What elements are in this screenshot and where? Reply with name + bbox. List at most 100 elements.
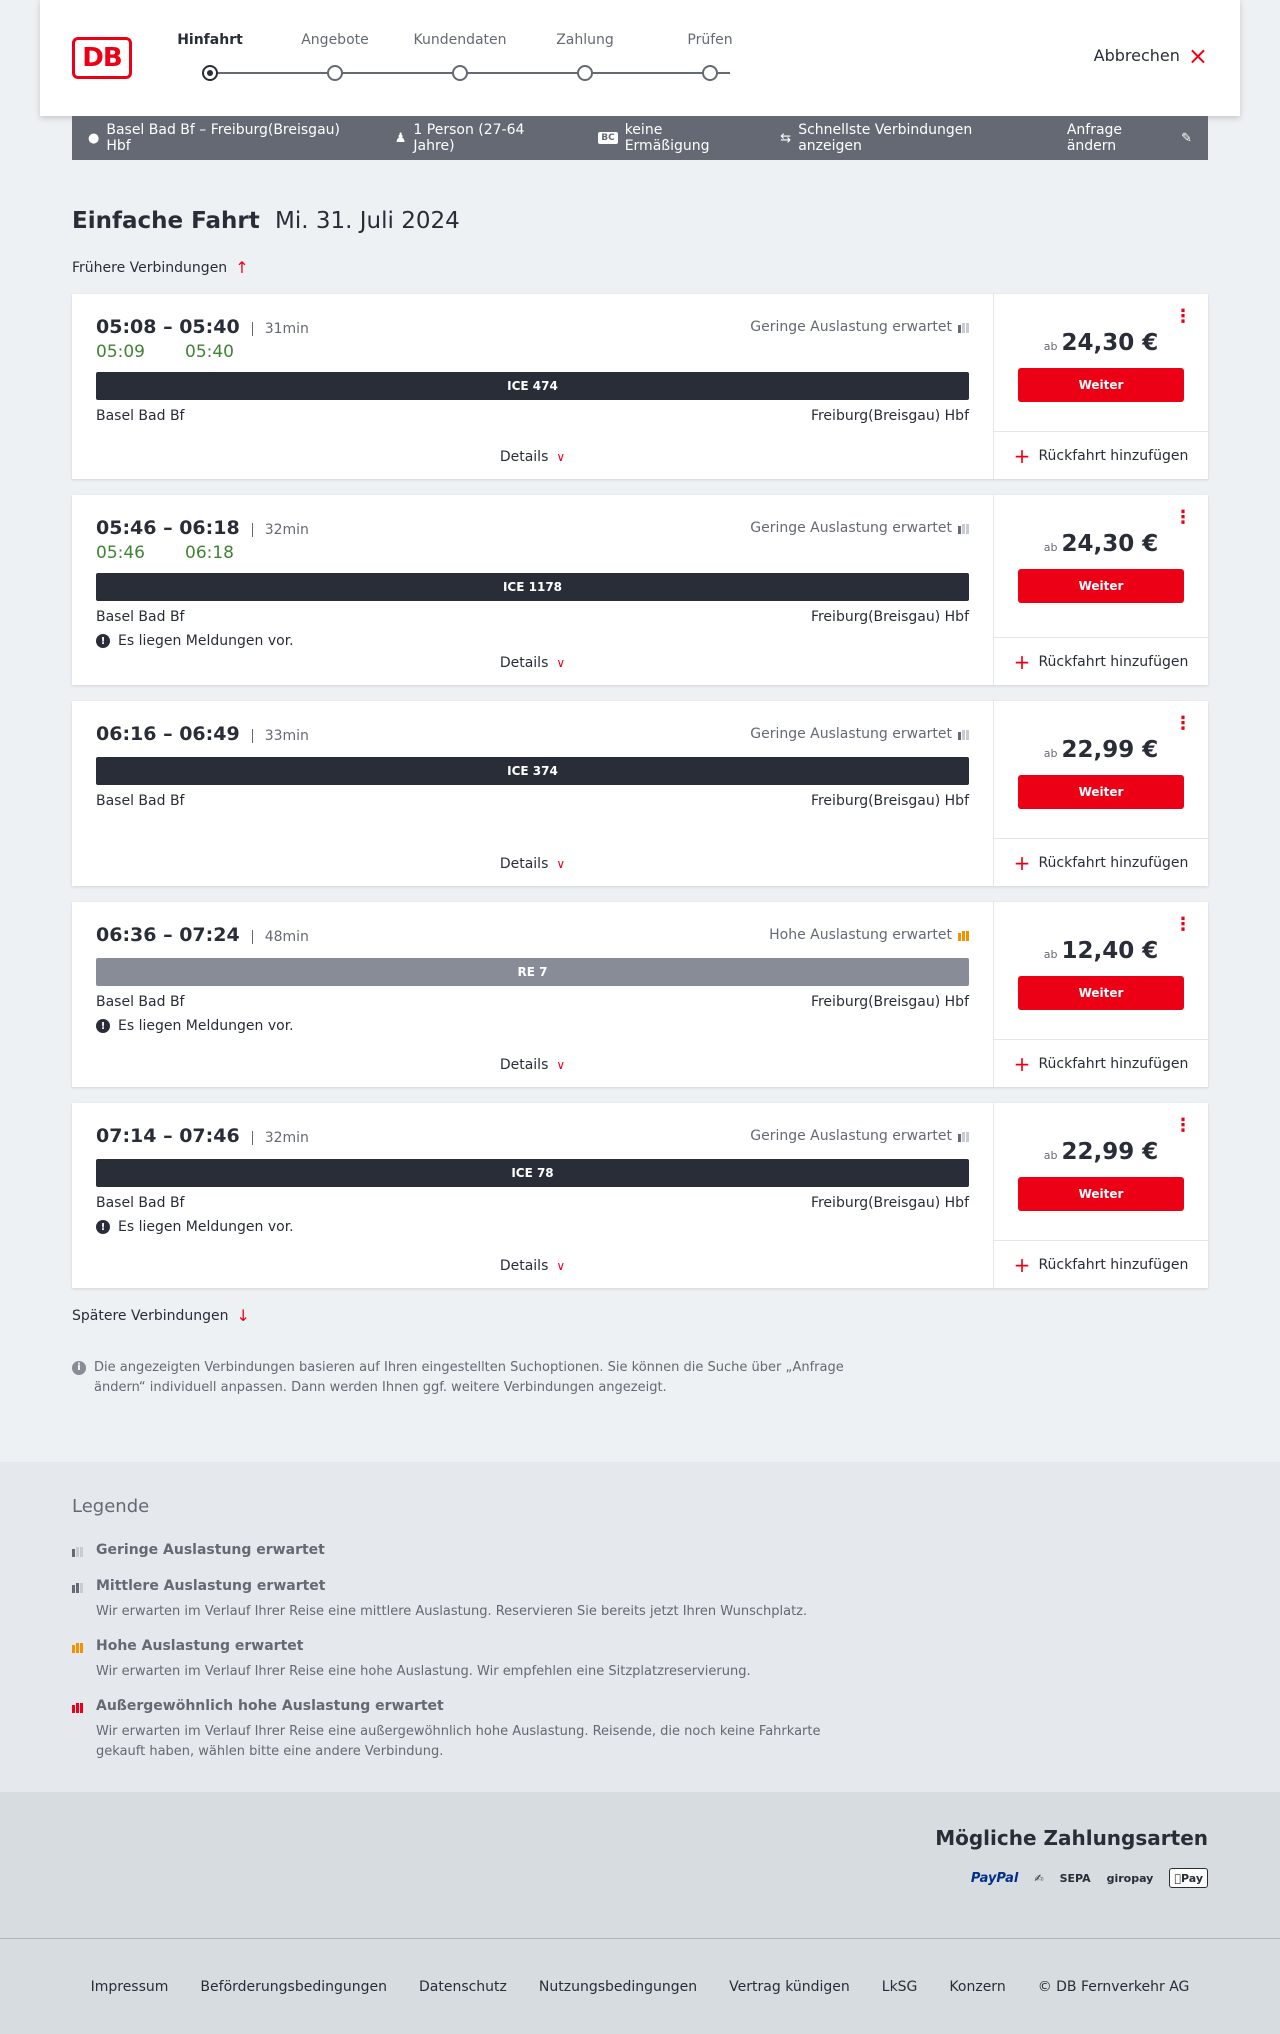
- low-occupancy-icon: [72, 1545, 83, 1557]
- price-box: ab 22,99 € Weiter: [994, 1139, 1208, 1211]
- continue-button[interactable]: Weiter: [1018, 569, 1184, 603]
- add-return-trip-button[interactable]: + Rückfahrt hinzufügen: [994, 838, 1208, 886]
- planned-times: 05:46 – 06:18: [96, 517, 240, 539]
- continue-button[interactable]: Weiter: [1018, 1177, 1184, 1211]
- station-row: Basel Bad Bf Freiburg(Breisgau) Hbf: [96, 609, 969, 625]
- chevron-down-icon: ∨: [556, 1259, 566, 1273]
- details-toggle[interactable]: Details ∨: [72, 856, 993, 872]
- step-dot: [577, 65, 593, 81]
- details-label: Details: [499, 449, 549, 465]
- payment-methods-section: Mögliche Zahlungsarten PayPal ✍ SEPA gir…: [0, 1792, 1280, 1938]
- bahncard-icon: BC: [598, 132, 618, 144]
- price: ab 12,40 €: [994, 938, 1208, 964]
- planned-times: 07:14 – 07:46: [96, 1125, 240, 1147]
- connection-card: 05:08 – 05:40 31min 05:09 05:40 Geringe Ausl…: [72, 294, 1208, 479]
- later-label: Spätere Verbindungen: [72, 1307, 229, 1324]
- chevron-down-icon: ∨: [556, 1058, 566, 1072]
- details-toggle[interactable]: Details ∨: [72, 1057, 993, 1073]
- details-toggle[interactable]: Details ∨: [72, 655, 993, 671]
- earlier-connections-link[interactable]: Frühere Verbindungen ↑: [72, 258, 249, 277]
- step-dot: [327, 65, 343, 81]
- summary-travellers: ♟ 1 Person (27-64 Jahre): [395, 122, 566, 154]
- origin-station: Basel Bad Bf: [96, 408, 185, 424]
- destination-station: Freiburg(Breisgau) Hbf: [810, 408, 969, 424]
- step-kundendaten: Kundendaten: [397, 32, 523, 81]
- travellers-text: 1 Person (27-64 Jahre): [413, 122, 525, 154]
- plus-icon: +: [1013, 443, 1031, 468]
- footer-link-befoerderungsbedingungen[interactable]: Beförderungsbedingungen: [200, 1979, 387, 1995]
- step-hinfahrt[interactable]: Hinfahrt: [147, 32, 273, 81]
- add-return-trip-button[interactable]: + Rückfahrt hinzufügen: [994, 1039, 1208, 1087]
- occupancy-text: Hohe Auslastung erwartet: [769, 927, 952, 943]
- details-toggle[interactable]: Details ∨: [72, 449, 993, 465]
- more-options-icon[interactable]: ⋮: [1174, 509, 1192, 527]
- realtime-times: 05:09 05:40: [96, 342, 969, 362]
- footer-link-konzern[interactable]: Konzern: [949, 1979, 1005, 1995]
- travel-duration: 32min: [251, 523, 309, 537]
- legend-item-desc: Wir erwarten im Verlauf Ihrer Reise eine…: [96, 1664, 751, 1679]
- earlier-label: Frühere Verbindungen: [72, 259, 228, 276]
- legend-item-desc: Wir erwarten im Verlauf Ihrer Reise eine…: [96, 1604, 808, 1619]
- train-segment-bar: ICE 1178: [96, 573, 969, 601]
- connection-details-area: 05:08 – 05:40 31min 05:09 05:40 Geringe Ausl…: [72, 294, 994, 479]
- alert-icon: !: [96, 1220, 110, 1234]
- price: ab 22,99 €: [994, 1139, 1208, 1165]
- connection-card: 05:46 – 06:18 32min 05:46 06:18 Geringe Ausl…: [72, 495, 1208, 685]
- step-zahlung: Zahlung: [522, 32, 648, 81]
- step-label: Kundendaten: [413, 32, 507, 48]
- legend-item-title: Mittlere Auslastung erwartet: [96, 1578, 326, 1594]
- more-options-icon[interactable]: ⋮: [1174, 715, 1192, 733]
- price-box: ab 22,99 € Weiter: [994, 737, 1208, 809]
- occupancy-indicator: Geringe Auslastung erwartet: [750, 319, 969, 335]
- step-angebote: Angebote: [272, 32, 398, 81]
- more-options-icon[interactable]: ⋮: [1174, 1117, 1192, 1135]
- later-connections-link[interactable]: Spätere Verbindungen ↓: [72, 1306, 250, 1325]
- more-options-icon[interactable]: ⋮: [1174, 308, 1192, 326]
- legend-item-low: Geringe Auslastung erwartet: [72, 1542, 872, 1558]
- edit-request-button[interactable]: Anfrage ändern ✎: [1067, 122, 1192, 154]
- notice-message[interactable]: ! Es liegen Meldungen vor.: [96, 1219, 969, 1235]
- search-summary-bar: ● Basel Bad Bf – Freiburg(Breisgau) Hbf …: [72, 116, 1208, 160]
- add-return-trip-button[interactable]: + Rückfahrt hinzufügen: [994, 1240, 1208, 1288]
- credit-card-icon: ✍: [1034, 1871, 1044, 1885]
- info-note-text: Die angezeigten Verbindungen basieren au…: [94, 1360, 844, 1395]
- footer-copyright: © DB Fernverkehr AG: [1037, 1978, 1190, 1995]
- add-return-trip-button[interactable]: + Rückfahrt hinzufügen: [994, 431, 1208, 479]
- add-return-label: Rückfahrt hinzufügen: [1038, 447, 1189, 464]
- arrow-down-icon: ↓: [236, 1306, 250, 1325]
- footer-link-lksg[interactable]: LkSG: [882, 1979, 918, 1995]
- db-logo[interactable]: DB: [72, 37, 132, 79]
- price-prefix: ab: [1043, 340, 1058, 353]
- step-label: Prüfen: [687, 32, 733, 48]
- cancel-button[interactable]: Abbrechen ×: [1094, 44, 1208, 68]
- footer-link-vertrag-kuendigen[interactable]: Vertrag kündigen: [729, 1979, 850, 1995]
- occupancy-icon: [958, 522, 969, 534]
- info-icon: i: [72, 1361, 86, 1375]
- price-box: ab 12,40 € Weiter: [994, 938, 1208, 1010]
- planned-times: 06:16 – 06:49: [96, 723, 240, 745]
- price-prefix: ab: [1043, 541, 1058, 554]
- continue-button[interactable]: Weiter: [1018, 976, 1184, 1010]
- trip-date: Mi. 31. Juli 2024: [275, 208, 460, 234]
- fastest-text: Schnellste Verbindungen anzeigen: [798, 122, 973, 154]
- more-options-icon[interactable]: ⋮: [1174, 916, 1192, 934]
- add-return-trip-button[interactable]: + Rückfahrt hinzufügen: [994, 637, 1208, 685]
- price-box: ab 24,30 € Weiter: [994, 531, 1208, 603]
- footer-link-nutzungsbedingungen[interactable]: Nutzungsbedingungen: [539, 1979, 697, 1995]
- planned-times: 06:36 – 07:24: [96, 924, 240, 946]
- footer-link-impressum[interactable]: Impressum: [91, 1979, 169, 1995]
- plus-icon: +: [1013, 1252, 1031, 1277]
- continue-button[interactable]: Weiter: [1018, 775, 1184, 809]
- continue-button[interactable]: Weiter: [1018, 368, 1184, 402]
- page-title: Einfache Fahrt Mi. 31. Juli 2024: [72, 208, 460, 234]
- station-row: Basel Bad Bf Freiburg(Breisgau) Hbf: [96, 793, 969, 809]
- legend-section: Legende Geringe Auslastung erwartet Mitt…: [0, 1462, 1280, 1792]
- connection-details-area: 05:46 – 06:18 32min 05:46 06:18 Geringe Ausl…: [72, 495, 994, 685]
- details-toggle[interactable]: Details ∨: [72, 1258, 993, 1274]
- notice-text: Es liegen Meldungen vor.: [118, 1219, 294, 1235]
- notice-message[interactable]: ! Es liegen Meldungen vor.: [96, 633, 969, 649]
- footer-link-datenschutz[interactable]: Datenschutz: [419, 1979, 507, 1995]
- notice-message[interactable]: ! Es liegen Meldungen vor.: [96, 1018, 969, 1034]
- connection-card: 07:14 – 07:46 32min Geringe Auslastung erw…: [72, 1103, 1208, 1288]
- planned-times: 05:08 – 05:40: [96, 316, 240, 338]
